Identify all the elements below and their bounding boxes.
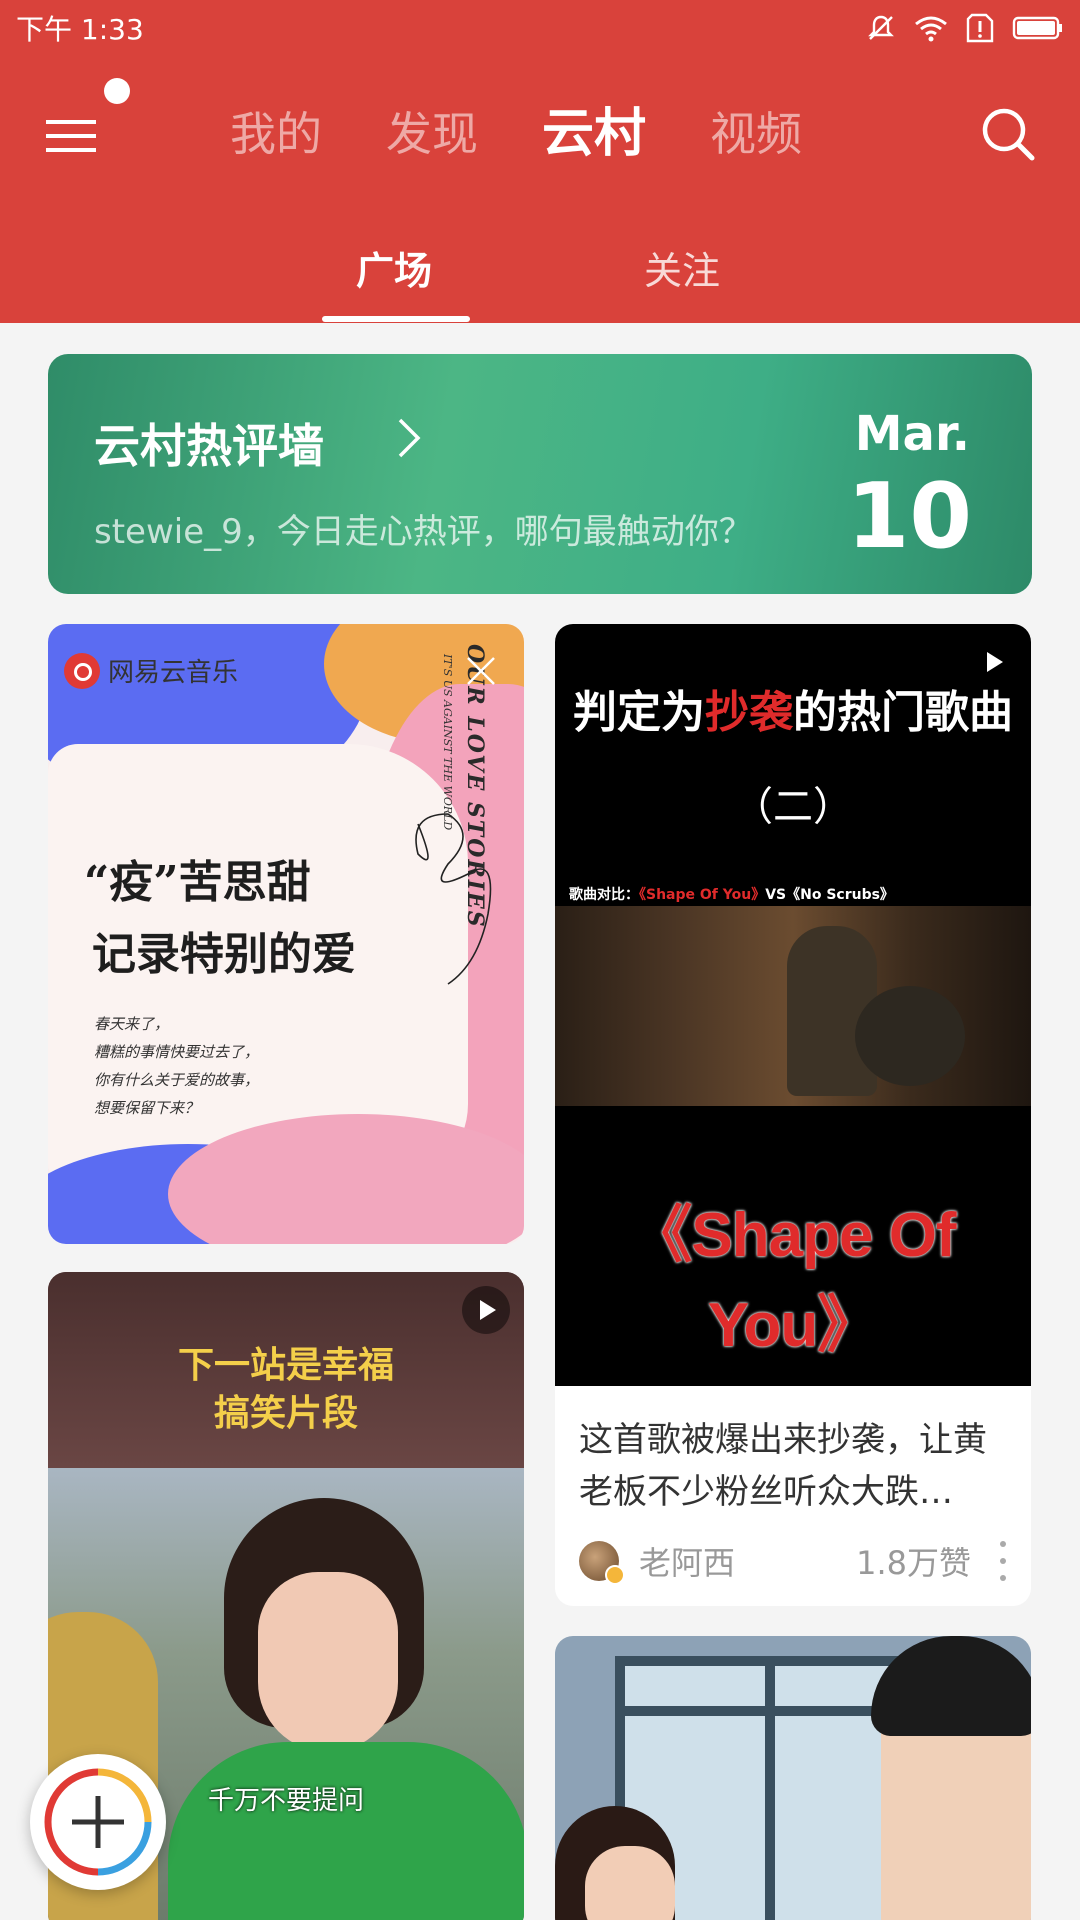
video-big-title: 《Shape Of You》 — [630, 1201, 956, 1360]
add-icon — [44, 1768, 152, 1876]
avatar[interactable] — [579, 1541, 625, 1585]
status-bar: 下午 1:33 — [16, 8, 1064, 48]
song-compare: 歌曲对比：《Shape Of You》VS《No Scrubs》 — [569, 884, 894, 904]
headline-post: 的热门歌曲 — [793, 687, 1013, 738]
body-line: 糟糕的事情快要过去了， — [94, 1043, 260, 1061]
more-vertical-icon[interactable] — [997, 1541, 1009, 1581]
subtab-follow[interactable]: 关注 — [644, 240, 720, 295]
netease-music-icon — [64, 652, 100, 689]
author-name[interactable]: 老阿西 — [639, 1538, 735, 1584]
card-caption: 这首歌被爆出来抄袭，让黄老板不少粉丝听众大跌… — [579, 1420, 987, 1512]
search-icon[interactable] — [980, 106, 1036, 162]
add-post-button[interactable] — [30, 1754, 166, 1890]
notification-dot — [104, 78, 130, 104]
scene-girl-face — [585, 1846, 675, 1920]
scene-boy-hair — [871, 1636, 1031, 1736]
like-count: 1.8万赞 — [856, 1544, 971, 1582]
banner-month: Mar. — [854, 406, 970, 462]
headline-red: 抄袭 — [705, 687, 793, 738]
video-thumbnail[interactable]: 判定为抄袭的热门歌曲 （二） 歌曲对比：《Shape Of You》VS《No … — [555, 624, 1031, 1386]
banner-day: 10 — [846, 464, 972, 569]
video-frame — [555, 906, 1031, 1106]
video-headline-sub: （二） — [733, 784, 853, 830]
body-line: 你有什么关于爱的故事， — [94, 1071, 260, 1089]
close-icon[interactable] — [464, 654, 498, 688]
app-header: 下午 1:33 我的 发现 云村 视频 广场 关注 — [0, 0, 1080, 323]
sim-alert-icon — [966, 13, 994, 43]
tab-cloud-village[interactable]: 云村 — [542, 104, 646, 164]
compare-pre: 歌曲对比： — [569, 887, 639, 903]
chevron-right-icon — [398, 418, 421, 458]
top-navigation: 我的 发现 云村 视频 — [0, 78, 1080, 190]
brand-name: 网易云音乐 — [108, 658, 239, 688]
subtab-indicator — [322, 316, 470, 322]
star-badge-icon — [605, 1565, 625, 1585]
video-card-shape-of-you[interactable]: 判定为抄袭的热门歌曲 （二） 歌曲对比：《Shape Of You》VS《No … — [555, 624, 1031, 1606]
scene-face — [258, 1572, 398, 1752]
status-icons — [866, 13, 1064, 43]
love-story-card[interactable]: 网易云音乐 OUR LOVE STORIES IT'S US AGAINST T… — [48, 624, 524, 1244]
banner-subtitle: stewie_9，今日走心热评，哪句最触动你？ — [94, 512, 753, 552]
body-line: 想要保留下来？ — [94, 1099, 200, 1117]
card-title-line2: 记录特别的爱 — [92, 929, 356, 980]
status-time: 下午 1:33 — [16, 13, 144, 46]
netease-logo: 网易云音乐 — [64, 652, 238, 689]
compare-red: 《Shape Of You》 — [639, 887, 766, 903]
tab-mine[interactable]: 我的 — [230, 104, 322, 164]
video-headline: 判定为抄袭的热门歌曲 — [555, 676, 1031, 740]
tab-discover[interactable]: 发现 — [386, 104, 478, 164]
decor-squiggle — [415, 813, 492, 985]
headline-pre: 判定为 — [573, 687, 705, 738]
card-title-line1: “疫”苦思甜 — [84, 857, 311, 908]
play-icon[interactable] — [462, 1286, 510, 1334]
frame-bag — [855, 986, 965, 1086]
banner-title: 云村热评墙 — [94, 419, 324, 473]
menu-icon[interactable] — [44, 112, 100, 160]
subtab-plaza[interactable]: 广场 — [356, 240, 432, 295]
sub-tabs: 广场 关注 — [0, 240, 1080, 322]
video-title-line1: 下一站是幸福 — [177, 1345, 394, 1386]
tab-video[interactable]: 视频 — [710, 104, 802, 164]
video-card-school[interactable] — [555, 1636, 1031, 1920]
battery-icon — [1012, 16, 1062, 40]
video-title-line2: 搞笑片段 — [213, 1393, 358, 1434]
hot-comments-banner[interactable]: 云村热评墙 stewie_9，今日走心热评，哪句最触动你？ Mar. 10 — [48, 354, 1032, 594]
card-body-text: 春天来了， 糟糕的事情快要过去了， 你有什么关于爱的故事， 想要保留下来？ — [94, 1010, 259, 1122]
scene-hoodie — [168, 1742, 524, 1920]
main-tabs: 我的 发现 云村 视频 — [230, 104, 802, 164]
card-meta: 老阿西 1.8万赞 — [579, 1536, 1009, 1586]
body-line: 春天来了， — [94, 1015, 170, 1033]
compare-post: VS《No Scrubs》 — [765, 887, 894, 903]
wifi-icon — [915, 16, 947, 42]
mute-bell-icon — [868, 15, 894, 40]
